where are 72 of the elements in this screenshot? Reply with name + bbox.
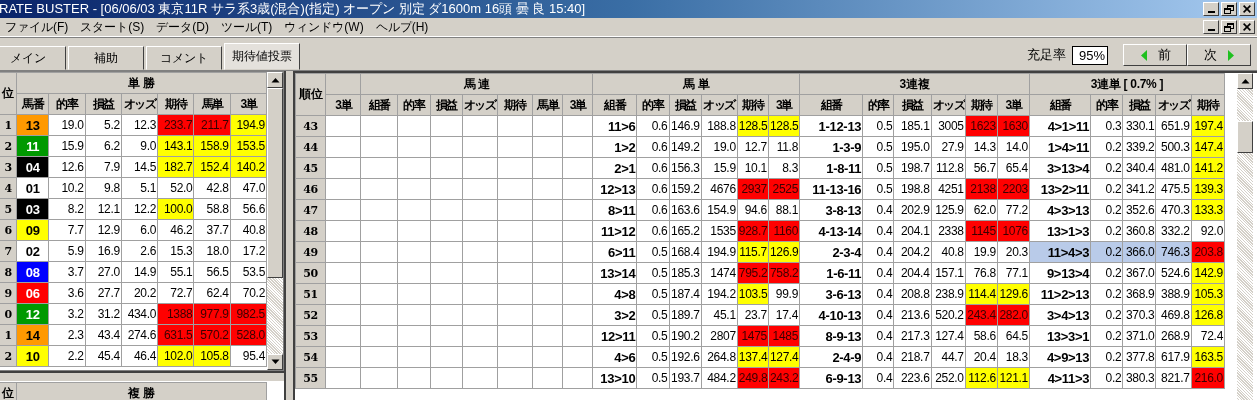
fill-rate-label: 充足率	[1027, 46, 1066, 64]
minimize-button[interactable]	[1203, 2, 1219, 16]
row-header: 53	[295, 325, 326, 347]
row-header: 9	[0, 282, 17, 304]
up-arrow-icon	[1240, 78, 1250, 84]
row-header: 51	[295, 283, 326, 305]
menu-item[interactable]: ツール(T)	[216, 18, 280, 36]
scroll-up-button[interactable]	[1237, 73, 1253, 89]
splitter[interactable]	[0, 371, 284, 382]
menu-item[interactable]: ヘルプ(H)	[370, 18, 436, 36]
row-header: 52	[295, 304, 326, 326]
menu-item[interactable]: スタート(S)	[75, 18, 152, 36]
group-header: 馬 連	[360, 73, 593, 95]
scroll-down-button[interactable]	[267, 354, 283, 370]
row-header: 48	[295, 220, 326, 242]
row-header: 0	[0, 303, 17, 325]
restore-icon	[1224, 4, 1234, 14]
row-header: 46	[295, 178, 326, 200]
scrollbar-thumb[interactable]	[267, 88, 283, 278]
minimize-icon	[1207, 29, 1215, 31]
column-header: 位	[0, 72, 17, 115]
close-button[interactable]	[1239, 2, 1255, 16]
group-header: 3連複	[799, 73, 1030, 95]
close-icon	[1243, 5, 1251, 13]
row-header: 45	[295, 157, 326, 179]
column-header: 順位	[295, 73, 326, 116]
group-header: 単 勝	[16, 72, 267, 94]
tab[interactable]: 期待値投票	[224, 43, 300, 70]
row-header: 5	[0, 198, 17, 220]
row-header: 49	[295, 241, 326, 263]
row-header: 55	[295, 367, 326, 389]
scroll-up-button[interactable]	[267, 72, 283, 88]
tab[interactable]: 補助	[68, 46, 144, 70]
close-icon	[1243, 23, 1251, 31]
right-triangle-icon	[1226, 48, 1235, 62]
row-header: 3	[0, 156, 17, 178]
restore-button[interactable]	[1221, 2, 1237, 16]
column-header: 位	[0, 382, 17, 400]
group-header: 3連単 [ 0.7% ]	[1029, 73, 1225, 95]
row-header: 1	[0, 324, 17, 346]
group-header: 馬 単	[592, 73, 800, 95]
row-header: 1	[0, 114, 17, 136]
row-header: 44	[295, 136, 326, 158]
row-header: 43	[295, 115, 326, 137]
close-button[interactable]	[1239, 20, 1255, 34]
row-header: 8	[0, 261, 17, 283]
window-title: RATE BUSTER - [06/06/03 東京11R サラ系3歳(混合)(指定) オープン 別定 ダ1600m 16頭 曇 良 15:40]	[0, 0, 586, 18]
minimize-button[interactable]	[1203, 20, 1219, 34]
scrollbar-thumb[interactable]	[1237, 121, 1253, 153]
row-header: 4	[0, 177, 17, 199]
menu-item[interactable]: ファイル(F)	[0, 18, 76, 36]
row-header: 7	[0, 240, 17, 262]
row-header: 2	[0, 135, 17, 157]
fill-rate-field[interactable]: 95%	[1072, 45, 1108, 65]
previous-button[interactable]: 前	[1123, 44, 1187, 66]
left-triangle-icon	[1139, 48, 1148, 62]
row-header: 50	[295, 262, 326, 284]
group-header: 複 勝	[16, 382, 267, 400]
menu-item[interactable]: データ(D)	[151, 18, 216, 36]
next-button[interactable]: 次	[1187, 44, 1251, 66]
tab[interactable]: メイン	[0, 46, 66, 70]
restore-button[interactable]	[1221, 20, 1237, 34]
tab[interactable]: コメント	[146, 46, 222, 70]
restore-icon	[1224, 22, 1234, 32]
row-header: 54	[295, 346, 326, 368]
menu-item[interactable]: ウィンドウ(W)	[279, 18, 371, 36]
row-header: 2	[0, 345, 17, 367]
row-header: 6	[0, 219, 17, 241]
up-arrow-icon	[270, 77, 280, 83]
row-header: 47	[295, 199, 326, 221]
down-arrow-icon	[270, 359, 280, 365]
minimize-icon	[1207, 11, 1215, 13]
